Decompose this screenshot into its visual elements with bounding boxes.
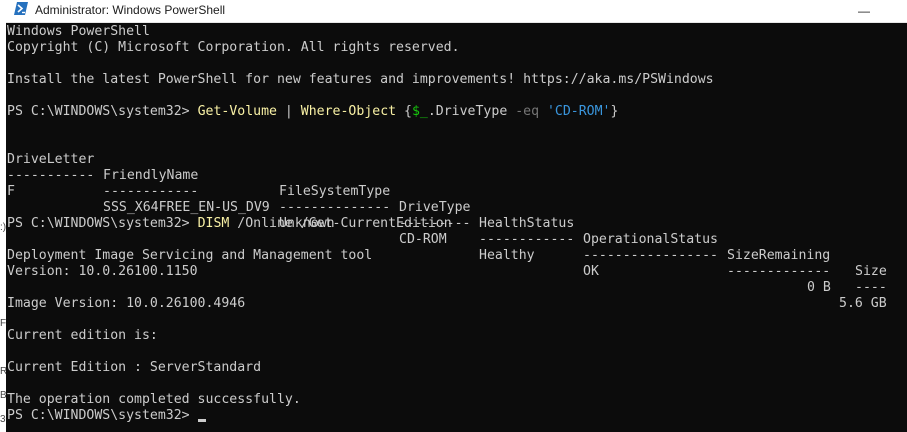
install-hint-line: Install the latest PowerShell for new fe…	[7, 72, 714, 87]
prompt: PS C:\WINDOWS\system32>	[7, 216, 198, 231]
current-prompt-line[interactable]: PS C:\WINDOWS\system32>	[7, 408, 206, 424]
table-header: Size	[855, 264, 887, 279]
table-separator-row: ----------- ------------ -------------- …	[7, 168, 887, 295]
table-cell: 0 B	[807, 280, 831, 295]
table-header-row: DriveLetter FriendlyName FileSystemType …	[7, 136, 907, 279]
banner-line: Windows PowerShell	[7, 24, 150, 39]
pipeline-variable: $_	[411, 104, 428, 119]
dism-output-line: Current edition is:	[7, 328, 158, 343]
cmdlet-get-volume: Get-Volume	[197, 104, 277, 119]
dism-output-line: Image Version: 10.0.26100.4946	[7, 296, 246, 311]
command-line-1: PS C:\WINDOWS\system32> Get-Volume | Whe…	[7, 104, 619, 119]
text-cursor	[197, 419, 206, 422]
prompt: PS C:\WINDOWS\system32>	[7, 104, 198, 119]
command-args: /Online /Get-CurrentEdition	[229, 216, 452, 231]
prompt: PS C:\WINDOWS\system32>	[7, 408, 198, 423]
table-header: FileSystemType	[279, 184, 391, 199]
dism-output-line: Current Edition : ServerStandard	[7, 360, 262, 375]
table-cell: Healthy	[479, 248, 535, 263]
console-output[interactable]: Windows PowerShell Copyright (C) Microso…	[6, 23, 907, 432]
cmdlet-where-object: Where-Object	[300, 104, 397, 119]
minimize-button[interactable]: —	[854, 3, 874, 19]
command-line-2: PS C:\WINDOWS\system32> DISM /Online /Ge…	[7, 216, 452, 232]
table-header: OperationalStatus	[583, 232, 718, 247]
operator: -eq	[507, 104, 547, 119]
window-title: Administrator: Windows PowerShell	[35, 3, 226, 17]
table-cell: SSS_X64FREE_EN-US_DV9	[103, 200, 270, 215]
table-header: SizeRemaining	[727, 248, 831, 263]
table-cell: 5.6 GB	[839, 296, 887, 311]
powershell-icon	[14, 2, 28, 15]
string-literal: 'CD-ROM'	[546, 104, 611, 119]
title-bar: Administrator: Windows PowerShell —	[0, 0, 907, 23]
table-header: DriveType	[399, 200, 471, 215]
table-header: HealthStatus	[479, 216, 575, 231]
dism-output-line: Deployment Image Servicing and Managemen…	[7, 248, 373, 263]
table-cell: CD-ROM	[399, 232, 447, 247]
table-row: F SSS_X64FREE_EN-US_DV9 Unknown CD-ROM H…	[7, 168, 907, 311]
table-cell: F	[7, 184, 15, 199]
copyright-line: Copyright (C) Microsoft Corporation. All…	[7, 40, 460, 55]
dism-output-line: Version: 10.0.26100.1150	[7, 264, 198, 279]
dism-output-line: The operation completed successfully.	[7, 392, 301, 407]
table-cell: OK	[583, 264, 599, 279]
command-dism: DISM	[197, 216, 230, 231]
